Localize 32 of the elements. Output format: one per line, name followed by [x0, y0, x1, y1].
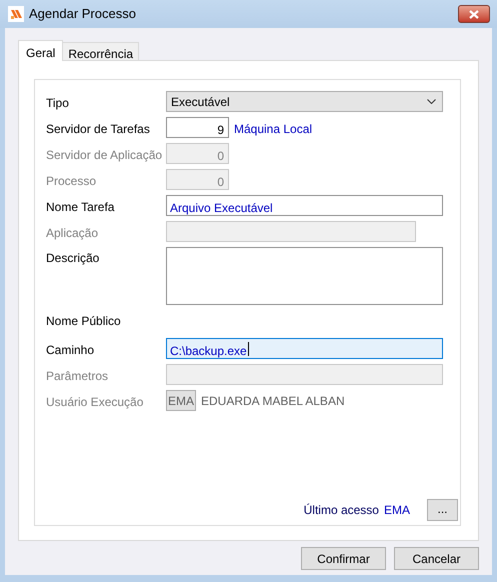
field-label: Servidor de Aplicação	[46, 147, 164, 164]
dialog-button[interactable]: Cancelar	[394, 547, 479, 570]
field-label: Usuário Execução	[46, 394, 144, 411]
chevron-down-icon	[427, 99, 436, 104]
tab[interactable]: Geral	[18, 40, 64, 61]
field-label: Servidor de Tarefas	[46, 121, 151, 138]
description-field[interactable]	[166, 247, 443, 305]
field-label: Nome Público	[46, 313, 122, 330]
field-label: Nome Tarefa	[46, 199, 116, 216]
number-field[interactable]: 9	[166, 117, 229, 138]
field-label: Descrição	[46, 250, 100, 267]
ellipsis-button[interactable]: ...	[427, 499, 458, 521]
field-label: Caminho	[46, 342, 96, 359]
field-label: Aplicação	[46, 225, 100, 242]
dialog-button[interactable]: Confirmar	[301, 547, 386, 570]
last-access-user: EMA	[384, 502, 410, 519]
close-icon	[469, 10, 479, 18]
text-field[interactable]: C:\backup.exe	[166, 338, 443, 359]
window-title: Agendar Processo	[29, 5, 136, 24]
field-label: Tipo	[46, 95, 70, 112]
text-field[interactable]: Arquivo Executável	[166, 195, 443, 216]
app-icon	[8, 6, 24, 22]
field-label: Parâmetros	[46, 368, 110, 385]
server-name: Máquina Local	[234, 121, 312, 138]
last-access-label: Último acesso	[304, 502, 379, 519]
field-label: Processo	[46, 173, 98, 190]
tab[interactable]: Recorrência	[63, 42, 140, 60]
text-cursor	[248, 342, 249, 356]
type-dropdown[interactable]: Executável	[166, 91, 443, 112]
close-button[interactable]	[458, 5, 490, 23]
text-field[interactable]	[166, 221, 416, 242]
user-name: EDUARDA MABEL ALBAN	[201, 393, 345, 410]
